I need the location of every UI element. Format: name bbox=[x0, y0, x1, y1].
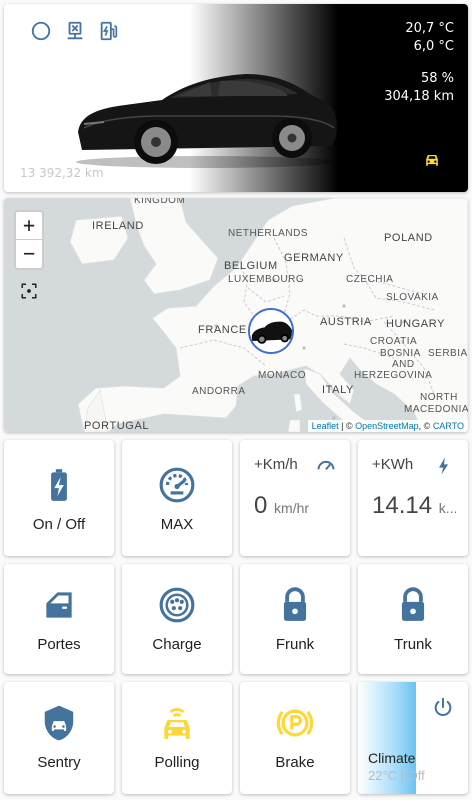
max-button[interactable]: MAX bbox=[122, 440, 232, 556]
energy-value-row: 14.14 k... bbox=[372, 492, 457, 520]
climate-label: Climate bbox=[368, 750, 416, 766]
speed-title: +Km/h bbox=[254, 456, 298, 473]
vehicle-stats: 20,7 °C 6,0 °C 58 % 304,18 km bbox=[384, 20, 454, 106]
trunk-button[interactable]: Trunk bbox=[358, 564, 468, 674]
map-label-belgium: BELGIUM bbox=[224, 260, 278, 272]
onoff-label: On / Off bbox=[32, 516, 86, 533]
map-label-croatia: CROATIA bbox=[370, 336, 418, 347]
speed-value-row: 0 km/hr bbox=[254, 492, 309, 520]
sentry-label: Sentry bbox=[37, 754, 81, 771]
map-label-andorra: ANDORRA bbox=[192, 386, 246, 397]
circle-status-icon[interactable] bbox=[30, 20, 52, 42]
energy-sensor[interactable]: +KWh 14.14 k... bbox=[358, 440, 468, 556]
map-attribution: Leaflet | © OpenStreetMap, © CARTO bbox=[307, 420, 468, 432]
map-label-ireland: IRELAND bbox=[92, 220, 144, 232]
map-label-poland: POLAND bbox=[384, 232, 433, 244]
map-label-kingdom: KINGDOM bbox=[134, 198, 186, 206]
map-label-and: AND bbox=[392, 359, 415, 370]
speed-value: 0 bbox=[254, 492, 268, 519]
map-label-slovakia: SLOVAKIA bbox=[386, 292, 439, 303]
charge-button[interactable]: Charge bbox=[122, 564, 232, 674]
map-label-luxembourg: LUXEMBOURG bbox=[228, 274, 305, 285]
fit-map-icon[interactable] bbox=[20, 282, 38, 300]
lock-icon bbox=[401, 587, 425, 621]
car-wireless-icon bbox=[164, 708, 190, 739]
map-label-serbia: SERBIA bbox=[428, 348, 468, 359]
inside-temperature: 20,7 °C bbox=[405, 21, 454, 36]
doors-label: Portes bbox=[37, 636, 81, 653]
sentry-button[interactable]: Sentry bbox=[4, 682, 114, 794]
ev-station-icon[interactable] bbox=[98, 20, 120, 42]
battery-level: 58 % bbox=[420, 71, 454, 86]
zoom-in-button[interactable]: + bbox=[16, 212, 42, 240]
map-label-italy: ITALY bbox=[322, 384, 354, 396]
battery-charging-icon bbox=[51, 469, 67, 501]
battery-range: 304,18 km bbox=[384, 89, 454, 104]
brake-label: Brake bbox=[275, 754, 315, 771]
map-label-czechia: CZECHIA bbox=[346, 274, 394, 285]
zoom-out-button[interactable]: − bbox=[16, 240, 42, 268]
carto-link[interactable]: CARTO bbox=[433, 421, 464, 431]
frunk-label: Frunk bbox=[275, 636, 315, 653]
vehicle-status-card: 20,7 °C 6,0 °C 58 % 304,18 km 13 392,32 … bbox=[4, 4, 468, 192]
car-image bbox=[76, 74, 337, 168]
polling-button[interactable]: Polling bbox=[122, 682, 232, 794]
onoff-button[interactable]: On / Off bbox=[4, 440, 114, 556]
brake-button[interactable]: Brake bbox=[240, 682, 350, 794]
climate-state: 22°C | Off bbox=[368, 768, 425, 783]
map-label-north: NORTH bbox=[420, 392, 458, 403]
polling-label: Polling bbox=[154, 754, 200, 771]
energy-title: +KWh bbox=[372, 456, 414, 473]
power-icon[interactable] bbox=[432, 696, 454, 718]
outside-temperature: 6,0 °C bbox=[413, 39, 454, 54]
map-label-netherlands: NETHERLANDS bbox=[228, 228, 308, 239]
car-location-marker[interactable] bbox=[248, 308, 294, 354]
location-map[interactable]: + − KINGDOM IRELAND NETHERLANDS POLAND B… bbox=[4, 198, 468, 432]
map-label-france: FRANCE bbox=[198, 324, 247, 336]
climate-button[interactable]: Climate 22°C | Off bbox=[358, 682, 468, 794]
status-icons bbox=[30, 20, 120, 42]
map-label-germany: GERMANY bbox=[284, 252, 344, 264]
map-label-hungary: HUNGARY bbox=[386, 318, 446, 330]
map-label-austria: AUSTRIA bbox=[320, 316, 372, 328]
car-icon[interactable] bbox=[422, 150, 442, 170]
ev-plug-icon bbox=[159, 587, 195, 623]
leaflet-link[interactable]: Leaflet bbox=[312, 421, 339, 431]
trunk-label: Trunk bbox=[394, 636, 432, 653]
max-label: MAX bbox=[160, 516, 194, 533]
map-label-bosnia: BOSNIA bbox=[380, 348, 421, 359]
map-label-macedonia: MACEDONIA bbox=[404, 404, 468, 415]
network-off-icon[interactable] bbox=[64, 20, 86, 42]
zoom-control: + − bbox=[14, 210, 44, 270]
speed-unit: km/hr bbox=[274, 500, 310, 516]
flash-icon bbox=[439, 457, 449, 475]
speedometer-small-icon bbox=[317, 460, 335, 470]
parking-brake-icon bbox=[276, 709, 314, 737]
shield-car-icon bbox=[44, 705, 74, 741]
speedometer-icon bbox=[159, 467, 195, 503]
doors-button[interactable]: Portes bbox=[4, 564, 114, 674]
map-label-portugal: PORTUGAL bbox=[84, 420, 150, 432]
frunk-button[interactable]: Frunk bbox=[240, 564, 350, 674]
osm-link[interactable]: OpenStreetMap bbox=[355, 421, 419, 431]
map-label-herzegovina: HERZEGOVINA bbox=[354, 370, 433, 381]
lock-icon bbox=[283, 587, 307, 621]
odometer: 13 392,32 km bbox=[20, 166, 104, 180]
car-door-icon bbox=[46, 592, 72, 618]
energy-value: 14.14 bbox=[372, 492, 433, 519]
charge-label: Charge bbox=[152, 636, 202, 653]
energy-unit: k... bbox=[438, 500, 458, 516]
speed-sensor[interactable]: +Km/h 0 km/hr bbox=[240, 440, 350, 556]
map-label-monaco: MONACO bbox=[258, 370, 306, 381]
car-marker-icon bbox=[250, 310, 292, 352]
